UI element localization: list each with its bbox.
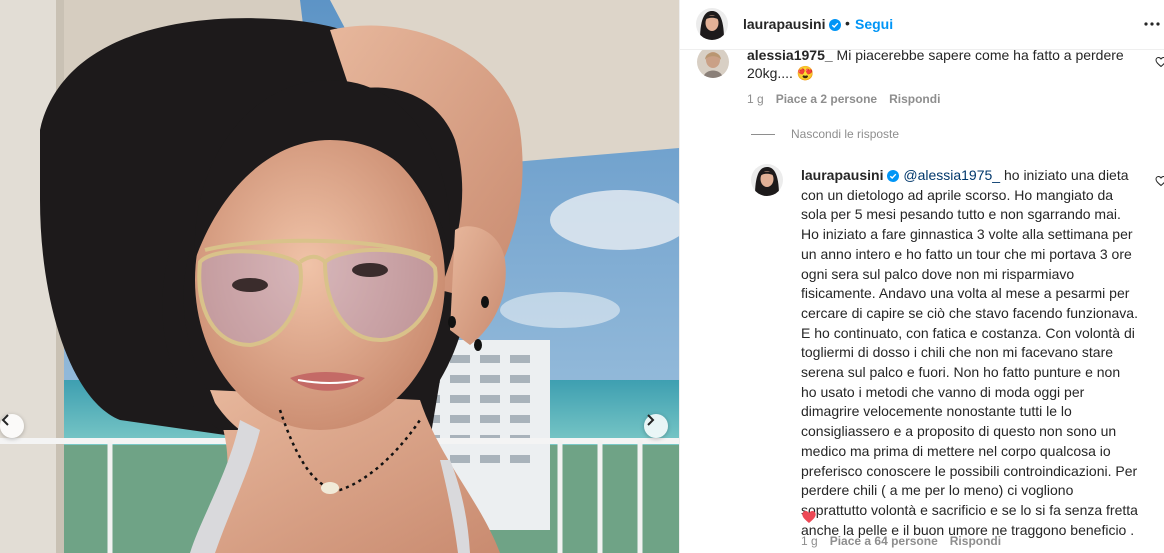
author-avatar[interactable] [696, 8, 728, 40]
chevron-left-icon [1, 414, 9, 426]
red-heart-icon [802, 511, 816, 523]
avatar-image [751, 164, 783, 196]
avatar-image [697, 46, 729, 78]
separator-dot: • [845, 15, 850, 31]
comment-likes[interactable]: Piace a 2 persone [776, 92, 877, 106]
reply-username-label: laurapausini [801, 167, 884, 183]
like-reply-heart-icon[interactable] [1155, 175, 1164, 187]
comment-text: alessia1975_ Mi piacerebbe sapere come h… [747, 46, 1127, 82]
more-options-button[interactable] [1143, 15, 1161, 38]
commenter-avatar[interactable] [697, 46, 729, 78]
comment-meta: 1 g Piace a 2 persone Rispondi [747, 92, 940, 106]
reply-reply-button[interactable]: Rispondi [950, 534, 1001, 548]
follow-button[interactable]: Segui [855, 16, 893, 32]
comment-emoji: 😍 [796, 65, 815, 81]
reply-meta: 1 g Piace a 64 persone Rispondi [801, 534, 1001, 548]
reply-time[interactable]: 1 g [801, 534, 818, 548]
reply-mention[interactable]: @alessia1975_ [903, 167, 1000, 183]
verified-badge-icon [829, 19, 842, 31]
comments-panel: alessia1975_ Mi piacerebbe sapere come h… [679, 0, 1164, 553]
author-username-label: laurapausini [743, 16, 826, 32]
avatar-image [696, 8, 728, 40]
reply-body: ho iniziato una dieta con un dietologo a… [801, 167, 1138, 538]
verified-badge-icon [887, 170, 900, 182]
reply-avatar[interactable] [751, 164, 783, 196]
next-photo-button[interactable] [644, 414, 668, 438]
hide-replies-button[interactable]: Nascondi le risposte [751, 127, 899, 141]
comment-time[interactable]: 1 g [747, 92, 764, 106]
reply-heart-emoji: ❤️ [801, 509, 817, 530]
author-username[interactable]: laurapausini [743, 16, 842, 32]
hide-replies-line [751, 133, 775, 135]
reply-text: laurapausini @alessia1975_ ho iniziato u… [801, 166, 1139, 540]
selfie-image [0, 0, 679, 553]
post-header: laurapausini • Segui [680, 0, 1164, 50]
more-horizontal-icon [1144, 22, 1160, 26]
comment-reply-button[interactable]: Rispondi [889, 92, 940, 106]
reply-username[interactable]: laurapausini [801, 167, 900, 183]
chevron-right-icon [647, 414, 655, 426]
hide-replies-label: Nascondi le risposte [791, 127, 900, 141]
reply-likes[interactable]: Piace a 64 persone [830, 534, 938, 548]
previous-photo-button[interactable] [0, 414, 24, 438]
post-photo[interactable] [0, 0, 679, 553]
like-comment-heart-icon[interactable] [1155, 56, 1164, 68]
